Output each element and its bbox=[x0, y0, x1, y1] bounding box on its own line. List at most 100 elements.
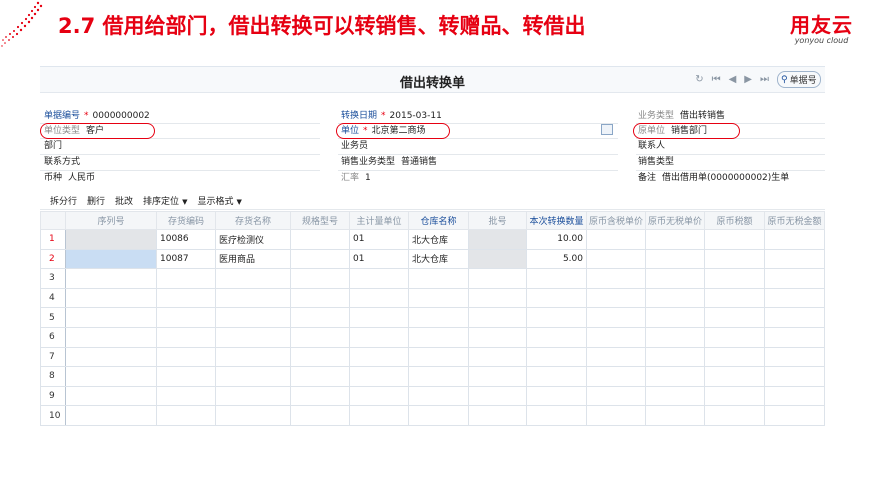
cell-convert-qty[interactable]: 5.00 bbox=[526, 248, 587, 270]
cell-warehouse[interactable] bbox=[408, 307, 469, 328]
cell-untaxed-amount[interactable] bbox=[764, 287, 825, 309]
cell-warehouse[interactable] bbox=[408, 366, 469, 387]
col-header-inv-code[interactable]: 存货编码 bbox=[156, 211, 216, 230]
cell-inv-name[interactable] bbox=[215, 346, 291, 368]
cell-spec[interactable] bbox=[290, 385, 350, 407]
salesman-field[interactable]: 业务员 bbox=[341, 139, 368, 153]
last-record-icon[interactable]: ⏭ bbox=[760, 74, 769, 85]
cell-untaxed-price[interactable] bbox=[645, 229, 705, 250]
cell-warehouse[interactable] bbox=[408, 346, 469, 368]
table-row[interactable]: 9 bbox=[40, 385, 825, 407]
sales-type-field[interactable]: 销售类型 bbox=[638, 155, 674, 169]
cell-batch[interactable] bbox=[468, 346, 527, 368]
cell-batch[interactable] bbox=[468, 366, 527, 387]
cell-warehouse[interactable] bbox=[408, 405, 469, 426]
cell-unit[interactable] bbox=[349, 268, 409, 289]
cell-unit[interactable] bbox=[349, 287, 409, 309]
cell-untaxed-amount[interactable] bbox=[764, 366, 825, 387]
cell-untaxed-amount[interactable] bbox=[764, 405, 825, 426]
cell-inv-code[interactable] bbox=[156, 385, 216, 407]
cell-tax[interactable] bbox=[704, 366, 765, 387]
cell-tax[interactable] bbox=[704, 307, 765, 328]
cell-spec[interactable] bbox=[290, 307, 350, 328]
cell-inv-name[interactable] bbox=[215, 268, 291, 289]
cell-inv-code[interactable] bbox=[156, 346, 216, 368]
cell-convert-qty[interactable] bbox=[526, 346, 587, 368]
biz-type-field[interactable]: 业务类型 借出转销售 bbox=[638, 109, 725, 123]
cell-inv-code[interactable] bbox=[156, 326, 216, 348]
cell-untaxed-amount[interactable] bbox=[764, 268, 825, 289]
cell-batch[interactable] bbox=[468, 326, 527, 348]
cell-inv-code[interactable] bbox=[156, 287, 216, 309]
cell-inv-code[interactable]: 10087 bbox=[156, 248, 216, 270]
cell-taxed-price[interactable] bbox=[586, 268, 646, 289]
cell-warehouse[interactable] bbox=[408, 326, 469, 348]
cell-inv-name[interactable]: 医用商品 bbox=[215, 248, 291, 270]
cell-convert-qty[interactable] bbox=[526, 366, 587, 387]
cell-unit[interactable] bbox=[349, 326, 409, 348]
cell-batch[interactable] bbox=[468, 287, 527, 309]
cell-untaxed-price[interactable] bbox=[645, 405, 705, 426]
cell-tax[interactable] bbox=[704, 229, 765, 250]
cell-unit[interactable]: 01 bbox=[349, 248, 409, 270]
col-header-unit[interactable]: 主计量单位 bbox=[349, 211, 409, 230]
cell-warehouse[interactable]: 北大仓库 bbox=[408, 248, 469, 270]
cell-batch[interactable] bbox=[468, 268, 527, 289]
cell-serial[interactable] bbox=[65, 385, 157, 407]
cell-spec[interactable] bbox=[290, 346, 350, 368]
cell-untaxed-price[interactable] bbox=[645, 366, 705, 387]
doc-no-field[interactable]: 单据编号 * 0000000002 bbox=[44, 109, 150, 123]
col-header-batch[interactable]: 批号 bbox=[468, 211, 527, 230]
currency-field[interactable]: 币种 人民币 bbox=[44, 171, 95, 185]
col-header-untaxed-amount[interactable]: 原币无税金额 bbox=[764, 211, 825, 230]
table-row[interactable]: 5 bbox=[40, 307, 825, 328]
cell-inv-name[interactable] bbox=[215, 405, 291, 426]
cell-serial[interactable] bbox=[65, 268, 157, 289]
cell-inv-code[interactable] bbox=[156, 268, 216, 289]
cell-spec[interactable] bbox=[290, 268, 350, 289]
cell-unit[interactable] bbox=[349, 405, 409, 426]
col-header-serial[interactable]: 序列号 bbox=[65, 211, 157, 230]
cell-serial[interactable] bbox=[65, 307, 157, 328]
cell-inv-name[interactable]: 医疗检测仪 bbox=[215, 229, 291, 250]
table-row[interactable]: 3 bbox=[40, 268, 825, 289]
cell-batch[interactable] bbox=[468, 385, 527, 407]
cell-inv-code[interactable] bbox=[156, 405, 216, 426]
cell-unit[interactable] bbox=[349, 385, 409, 407]
table-row[interactable]: 2 10087 医用商品 01 北大仓库 5.00 bbox=[40, 248, 825, 270]
cell-unit[interactable] bbox=[349, 346, 409, 368]
cell-serial[interactable] bbox=[65, 248, 157, 270]
col-header-inv-name[interactable]: 存货名称 bbox=[215, 211, 291, 230]
cell-untaxed-price[interactable] bbox=[645, 385, 705, 407]
split-row-button[interactable]: 拆分行 bbox=[50, 194, 77, 207]
cell-inv-code[interactable]: 10086 bbox=[156, 229, 216, 250]
cell-unit[interactable] bbox=[349, 366, 409, 387]
col-header-untaxed-price[interactable]: 原币无税单价 bbox=[645, 211, 705, 230]
cell-taxed-price[interactable] bbox=[586, 326, 646, 348]
col-header-taxed-price[interactable]: 原币含税单价 bbox=[586, 211, 646, 230]
sort-locate-button[interactable]: 排序定位 ▼ bbox=[143, 194, 187, 207]
col-header-warehouse[interactable]: 仓库名称 bbox=[408, 211, 469, 230]
cell-untaxed-price[interactable] bbox=[645, 287, 705, 309]
cell-spec[interactable] bbox=[290, 248, 350, 270]
reference-lookup-icon[interactable] bbox=[601, 124, 613, 135]
prev-record-icon[interactable]: ◀ bbox=[729, 74, 737, 85]
cell-convert-qty[interactable] bbox=[526, 405, 587, 426]
cell-untaxed-price[interactable] bbox=[645, 326, 705, 348]
contact-field[interactable]: 联系人 bbox=[638, 139, 665, 153]
cell-taxed-price[interactable] bbox=[586, 366, 646, 387]
sales-biz-type-field[interactable]: 销售业务类型 普通销售 bbox=[341, 155, 437, 169]
cell-untaxed-price[interactable] bbox=[645, 248, 705, 270]
table-row[interactable]: 4 bbox=[40, 287, 825, 309]
cell-untaxed-amount[interactable] bbox=[764, 346, 825, 368]
cell-convert-qty[interactable] bbox=[526, 287, 587, 309]
table-row[interactable]: 10 bbox=[40, 405, 825, 426]
cell-tax[interactable] bbox=[704, 268, 765, 289]
cell-untaxed-price[interactable] bbox=[645, 307, 705, 328]
cell-untaxed-price[interactable] bbox=[645, 346, 705, 368]
cell-serial[interactable] bbox=[65, 366, 157, 387]
cell-inv-code[interactable] bbox=[156, 366, 216, 387]
cell-convert-qty[interactable] bbox=[526, 385, 587, 407]
col-header-tax[interactable]: 原币税额 bbox=[704, 211, 765, 230]
cell-spec[interactable] bbox=[290, 405, 350, 426]
